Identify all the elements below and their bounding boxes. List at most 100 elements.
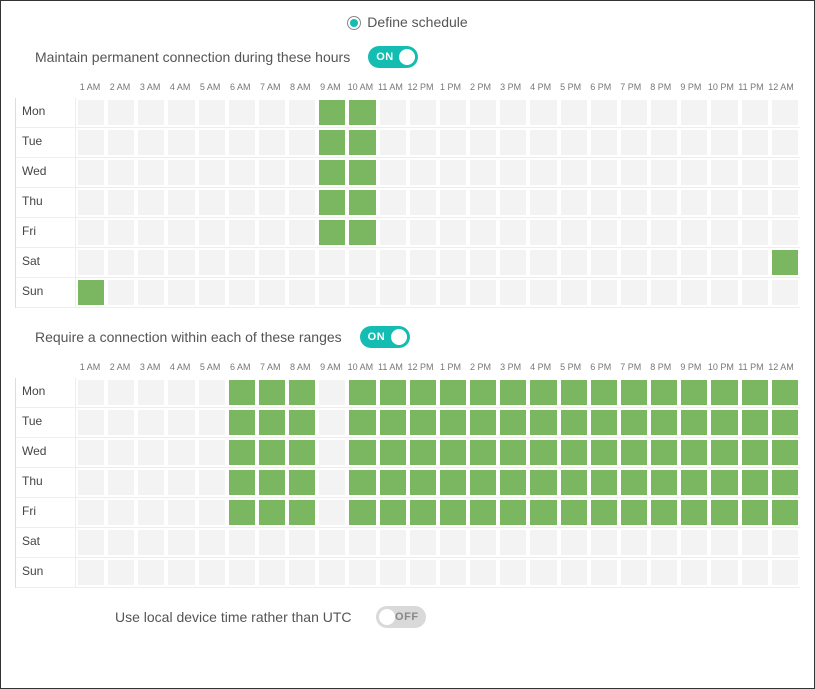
schedule-cell[interactable] bbox=[498, 498, 528, 527]
schedule-cell[interactable] bbox=[408, 528, 438, 557]
schedule-cell[interactable] bbox=[227, 248, 257, 277]
define-schedule-radio[interactable]: Define schedule bbox=[347, 14, 467, 30]
schedule-cell[interactable] bbox=[166, 188, 196, 217]
schedule-cell[interactable] bbox=[378, 98, 408, 127]
schedule-cell[interactable] bbox=[227, 278, 257, 307]
schedule-cell[interactable] bbox=[378, 158, 408, 187]
schedule-cell[interactable] bbox=[498, 558, 528, 587]
schedule-cell[interactable] bbox=[438, 378, 468, 407]
schedule-cell[interactable] bbox=[257, 378, 287, 407]
schedule-cell[interactable] bbox=[106, 158, 136, 187]
schedule-cell[interactable] bbox=[197, 558, 227, 587]
schedule-cell[interactable] bbox=[679, 218, 709, 247]
schedule-cell[interactable] bbox=[679, 378, 709, 407]
schedule-cell[interactable] bbox=[770, 158, 800, 187]
schedule-cell[interactable] bbox=[589, 498, 619, 527]
schedule-cell[interactable] bbox=[589, 378, 619, 407]
schedule-cell[interactable] bbox=[468, 528, 498, 557]
schedule-cell[interactable] bbox=[649, 248, 679, 277]
schedule-cell[interactable] bbox=[438, 408, 468, 437]
schedule-cell[interactable] bbox=[438, 98, 468, 127]
schedule-cell[interactable] bbox=[136, 158, 166, 187]
schedule-cell[interactable] bbox=[136, 558, 166, 587]
schedule-cell[interactable] bbox=[498, 438, 528, 467]
schedule-cell[interactable] bbox=[649, 128, 679, 157]
schedule-cell[interactable] bbox=[740, 468, 770, 497]
schedule-cell[interactable] bbox=[679, 128, 709, 157]
schedule-cell[interactable] bbox=[76, 188, 106, 217]
schedule-cell[interactable] bbox=[317, 438, 347, 467]
schedule-cell[interactable] bbox=[136, 378, 166, 407]
schedule-cell[interactable] bbox=[408, 278, 438, 307]
schedule-cell[interactable] bbox=[679, 278, 709, 307]
schedule-cell[interactable] bbox=[347, 278, 377, 307]
schedule-cell[interactable] bbox=[378, 378, 408, 407]
schedule-cell[interactable] bbox=[619, 468, 649, 497]
schedule-cell[interactable] bbox=[770, 438, 800, 467]
schedule-cell[interactable] bbox=[76, 278, 106, 307]
schedule-cell[interactable] bbox=[227, 218, 257, 247]
schedule-cell[interactable] bbox=[619, 408, 649, 437]
schedule-cell[interactable] bbox=[649, 278, 679, 307]
schedule-cell[interactable] bbox=[408, 218, 438, 247]
schedule-cell[interactable] bbox=[227, 378, 257, 407]
schedule-cell[interactable] bbox=[317, 528, 347, 557]
schedule-cell[interactable] bbox=[317, 378, 347, 407]
schedule-cell[interactable] bbox=[106, 188, 136, 217]
schedule-cell[interactable] bbox=[287, 408, 317, 437]
schedule-cell[interactable] bbox=[287, 248, 317, 277]
schedule-cell[interactable] bbox=[76, 378, 106, 407]
schedule-cell[interactable] bbox=[709, 128, 739, 157]
schedule-cell[interactable] bbox=[498, 218, 528, 247]
schedule-cell[interactable] bbox=[559, 98, 589, 127]
schedule-cell[interactable] bbox=[740, 218, 770, 247]
schedule-cell[interactable] bbox=[197, 498, 227, 527]
schedule-cell[interactable] bbox=[257, 528, 287, 557]
schedule-cell[interactable] bbox=[197, 158, 227, 187]
schedule-cell[interactable] bbox=[378, 558, 408, 587]
schedule-cell[interactable] bbox=[468, 158, 498, 187]
schedule-cell[interactable] bbox=[317, 408, 347, 437]
schedule-cell[interactable] bbox=[438, 158, 468, 187]
schedule-cell[interactable] bbox=[408, 188, 438, 217]
schedule-cell[interactable] bbox=[528, 378, 558, 407]
schedule-cell[interactable] bbox=[378, 278, 408, 307]
footer-toggle[interactable]: OFF bbox=[376, 606, 426, 628]
schedule-cell[interactable] bbox=[770, 498, 800, 527]
schedule-cell[interactable] bbox=[76, 98, 106, 127]
schedule-cell[interactable] bbox=[589, 438, 619, 467]
schedule-cell[interactable] bbox=[498, 188, 528, 217]
schedule-cell[interactable] bbox=[287, 558, 317, 587]
schedule-cell[interactable] bbox=[468, 248, 498, 277]
schedule-cell[interactable] bbox=[106, 498, 136, 527]
schedule-cell[interactable] bbox=[468, 218, 498, 247]
schedule-cell[interactable] bbox=[528, 408, 558, 437]
schedule-cell[interactable] bbox=[106, 528, 136, 557]
schedule-cell[interactable] bbox=[257, 188, 287, 217]
schedule-cell[interactable] bbox=[136, 188, 166, 217]
schedule-cell[interactable] bbox=[317, 188, 347, 217]
schedule-cell[interactable] bbox=[408, 558, 438, 587]
schedule-cell[interactable] bbox=[347, 98, 377, 127]
schedule-cell[interactable] bbox=[197, 98, 227, 127]
schedule-cell[interactable] bbox=[257, 218, 287, 247]
schedule-cell[interactable] bbox=[166, 378, 196, 407]
schedule-cell[interactable] bbox=[166, 128, 196, 157]
schedule-cell[interactable] bbox=[619, 188, 649, 217]
schedule-cell[interactable] bbox=[227, 528, 257, 557]
schedule-cell[interactable] bbox=[528, 498, 558, 527]
schedule-cell[interactable] bbox=[709, 498, 739, 527]
schedule-cell[interactable] bbox=[317, 248, 347, 277]
schedule-cell[interactable] bbox=[317, 218, 347, 247]
schedule-cell[interactable] bbox=[197, 438, 227, 467]
schedule-cell[interactable] bbox=[287, 528, 317, 557]
schedule-cell[interactable] bbox=[166, 98, 196, 127]
schedule-cell[interactable] bbox=[408, 378, 438, 407]
schedule-cell[interactable] bbox=[408, 498, 438, 527]
schedule-cell[interactable] bbox=[740, 128, 770, 157]
schedule-cell[interactable] bbox=[709, 278, 739, 307]
schedule-cell[interactable] bbox=[740, 558, 770, 587]
schedule-cell[interactable] bbox=[468, 188, 498, 217]
schedule-cell[interactable] bbox=[649, 378, 679, 407]
schedule-cell[interactable] bbox=[347, 528, 377, 557]
